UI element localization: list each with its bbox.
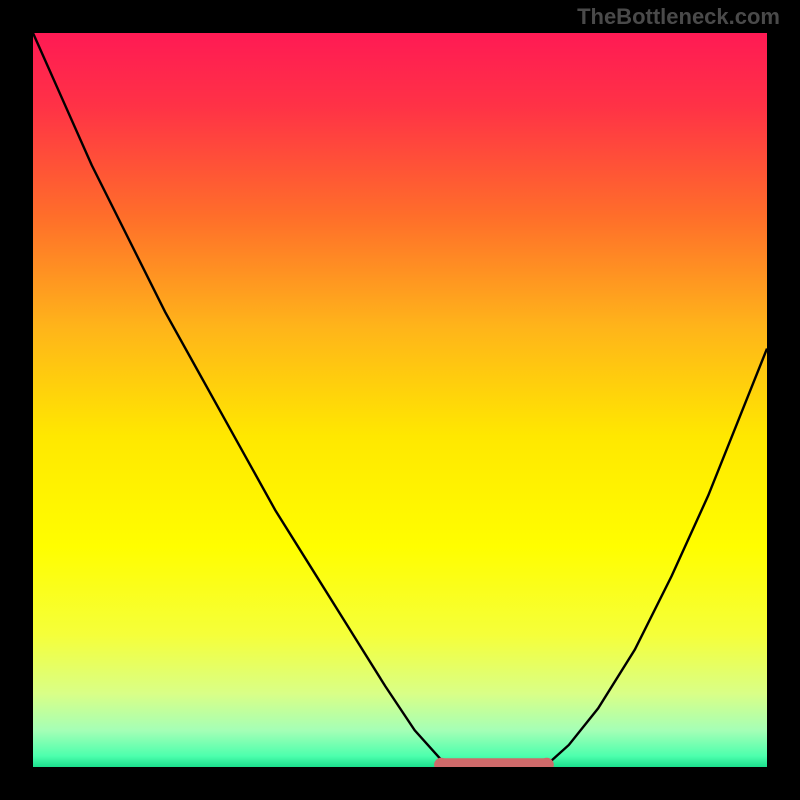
chart-container: TheBottleneck.com	[0, 0, 800, 800]
watermark-label: TheBottleneck.com	[577, 4, 780, 30]
curve-layer	[33, 33, 767, 767]
bottleneck-curve	[33, 33, 767, 767]
plot-area	[33, 33, 767, 767]
